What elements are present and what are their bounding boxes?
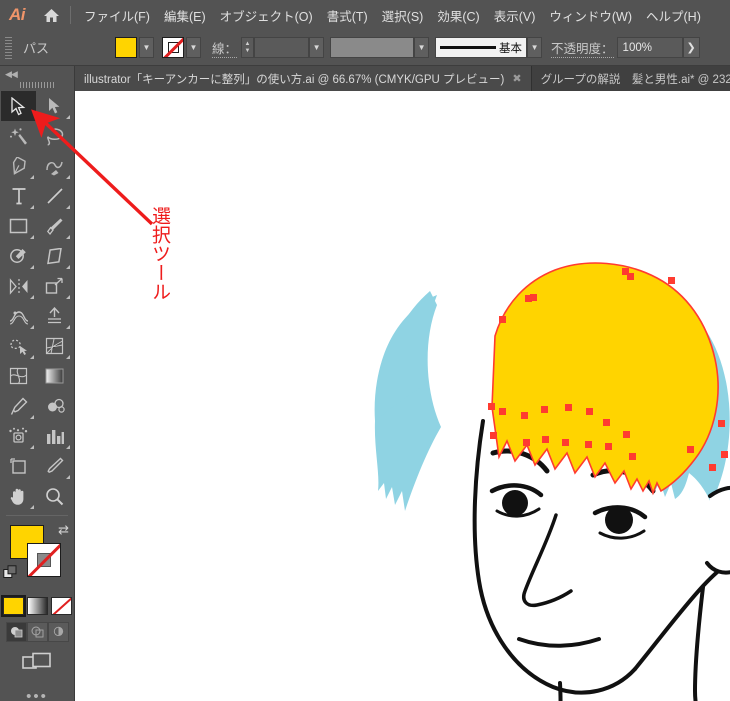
collapse-panel-icon[interactable]: ◀◀ bbox=[0, 66, 74, 80]
stroke-dropdown-icon[interactable]: ▼ bbox=[186, 37, 202, 58]
tool-type-tool[interactable] bbox=[1, 181, 36, 211]
tool-curvature-tool[interactable] bbox=[37, 151, 72, 181]
tool-paintbrush-tool[interactable] bbox=[37, 211, 72, 241]
home-icon[interactable] bbox=[34, 0, 68, 30]
selected-object-type: パス bbox=[23, 41, 50, 56]
color-mode-color-button[interactable] bbox=[0, 595, 26, 617]
stroke-weight-input[interactable] bbox=[254, 37, 310, 58]
tool-width-tool[interactable] bbox=[1, 301, 36, 331]
color-mode-gradient-button[interactable] bbox=[26, 597, 48, 615]
tool-rotate-tool[interactable] bbox=[1, 271, 36, 301]
annotation-label: 選択ツール bbox=[149, 206, 171, 301]
control-bar-more-icon[interactable]: ❯ bbox=[682, 37, 700, 58]
tool-gradient-tool[interactable] bbox=[37, 361, 72, 391]
toolbar-stroke-swatch[interactable] bbox=[27, 543, 61, 577]
menu-item-object[interactable]: オブジェクト(O) bbox=[213, 0, 320, 30]
tool-line-segment-tool[interactable] bbox=[37, 181, 72, 211]
menu-item-help[interactable]: ヘルプ(H) bbox=[639, 0, 708, 30]
more-tools-icon[interactable]: ••• bbox=[0, 688, 74, 701]
screen-mode-button[interactable] bbox=[0, 652, 74, 674]
menu-bar: Ai ファイル(F) 編集(E) オブジェクト(O) 書式(T) 選択(S) 効… bbox=[0, 0, 730, 30]
neck-right bbox=[692, 585, 705, 701]
opacity-input[interactable]: 100% bbox=[616, 37, 683, 58]
tool-shaper-tool[interactable] bbox=[1, 241, 36, 271]
document-tab-1-label: illustrator「キーアンカーに整列」の使い方.ai @ 66.67% (… bbox=[84, 73, 505, 86]
tools-panel-grip[interactable] bbox=[20, 82, 54, 88]
tools-panel: ◀◀ ⇄ ••• bbox=[0, 66, 75, 701]
flyout-indicator-icon bbox=[66, 115, 70, 119]
eye-left-pupil bbox=[502, 490, 528, 516]
color-mode-buttons bbox=[0, 595, 74, 617]
artwork-illustration bbox=[374, 262, 730, 701]
document-tab-2[interactable]: グループの解説 髪と男性.ai* @ 232.95% (CM bbox=[532, 66, 730, 91]
tool-zoom-tool[interactable] bbox=[37, 481, 72, 511]
default-fill-stroke-icon[interactable] bbox=[3, 565, 18, 585]
variable-width-dropdown-icon[interactable]: ▼ bbox=[414, 37, 430, 58]
tool-direct-selection-tool[interactable] bbox=[37, 91, 72, 121]
menu-item-select[interactable]: 選択(S) bbox=[375, 0, 431, 30]
eye-right-pupil bbox=[605, 506, 633, 534]
document-canvas[interactable] bbox=[75, 91, 730, 701]
document-tab-2-label: グループの解説 髪と男性.ai* @ 232.95% (CM bbox=[540, 73, 730, 86]
tool-shape-builder-tool[interactable] bbox=[1, 331, 36, 361]
stroke-profile-field[interactable]: 基本 bbox=[435, 37, 528, 58]
stroke-weight-stepper[interactable]: ▲ ▼ bbox=[241, 37, 255, 58]
menu-divider bbox=[70, 6, 71, 24]
tool-artboard-tool[interactable] bbox=[1, 451, 36, 481]
stroke-weight-label: 線： bbox=[212, 38, 238, 58]
tool-blend-tool[interactable] bbox=[37, 391, 72, 421]
menu-item-view[interactable]: 表示(V) bbox=[487, 0, 543, 30]
swap-fill-stroke-icon[interactable]: ⇄ bbox=[58, 522, 69, 538]
menu-item-type[interactable]: 書式(T) bbox=[320, 0, 375, 30]
tool-magic-wand-tool[interactable] bbox=[1, 121, 36, 151]
tool-lasso-tool[interactable] bbox=[37, 121, 72, 151]
color-mode-none-button[interactable] bbox=[50, 597, 72, 615]
tool-slice-tool[interactable] bbox=[37, 451, 72, 481]
fill-swatch[interactable] bbox=[115, 37, 138, 58]
stroke-profile-label: 基本 bbox=[499, 42, 523, 55]
menu-item-window[interactable]: ウィンドウ(W) bbox=[542, 0, 639, 30]
tool-mesh-tool[interactable] bbox=[1, 361, 36, 391]
menu-item-file[interactable]: ファイル(F) bbox=[77, 0, 157, 30]
tool-symbol-sprayer-tool[interactable] bbox=[1, 421, 36, 451]
draw-mode-buttons bbox=[0, 622, 74, 642]
stroke-profile-line-icon bbox=[440, 46, 497, 49]
draw-behind-button[interactable] bbox=[26, 622, 48, 642]
control-bar-grip[interactable] bbox=[3, 36, 13, 59]
tool-selection-tool[interactable] bbox=[1, 91, 36, 121]
tools-divider bbox=[6, 515, 68, 516]
menu-item-effect[interactable]: 効果(C) bbox=[430, 0, 486, 30]
app-logo-icon: Ai bbox=[9, 5, 26, 24]
document-tab-bar: illustrator「キーアンカーに整列」の使い方.ai @ 66.67% (… bbox=[75, 66, 730, 91]
stroke-swatch[interactable] bbox=[162, 37, 185, 58]
tool-hand-tool[interactable] bbox=[1, 481, 36, 511]
tool-perspective-grid-tool[interactable] bbox=[37, 331, 72, 361]
tools-grid bbox=[0, 91, 74, 511]
menu-item-edit[interactable]: 編集(E) bbox=[157, 0, 213, 30]
stroke-profile-dropdown-icon[interactable]: ▼ bbox=[527, 37, 543, 58]
tool-eyedropper-tool[interactable] bbox=[1, 391, 36, 421]
draw-normal-button[interactable] bbox=[5, 622, 27, 642]
illustrator-window: Ai ファイル(F) 編集(E) オブジェクト(O) 書式(T) 選択(S) 効… bbox=[0, 0, 730, 701]
jawline bbox=[633, 560, 730, 671]
stroke-variable-width-field[interactable] bbox=[330, 37, 415, 58]
tool-pen-tool[interactable] bbox=[1, 151, 36, 181]
fill-stroke-controls: ⇄ bbox=[0, 520, 75, 595]
close-icon[interactable]: ✖ bbox=[512, 72, 521, 85]
stroke-weight-dropdown-icon[interactable]: ▼ bbox=[309, 37, 325, 58]
tool-column-graph-tool[interactable] bbox=[37, 421, 72, 451]
tool-rectangle-tool[interactable] bbox=[1, 211, 36, 241]
draw-inside-button[interactable] bbox=[47, 622, 69, 642]
ear bbox=[705, 485, 730, 575]
fill-dropdown-icon[interactable]: ▼ bbox=[139, 37, 155, 58]
control-bar: パス ▼ ▼ 線： ▲ ▼ ▼ ▼ 基本 ▼ 不透明度： 100% ❯ bbox=[0, 30, 730, 66]
tool-eraser-tool[interactable] bbox=[37, 241, 72, 271]
opacity-label: 不透明度： bbox=[551, 38, 614, 58]
document-tab-1[interactable]: illustrator「キーアンカーに整列」の使い方.ai @ 66.67% (… bbox=[75, 66, 532, 91]
tool-scale-tool[interactable] bbox=[37, 271, 72, 301]
tool-free-transform-tool[interactable] bbox=[37, 301, 72, 331]
